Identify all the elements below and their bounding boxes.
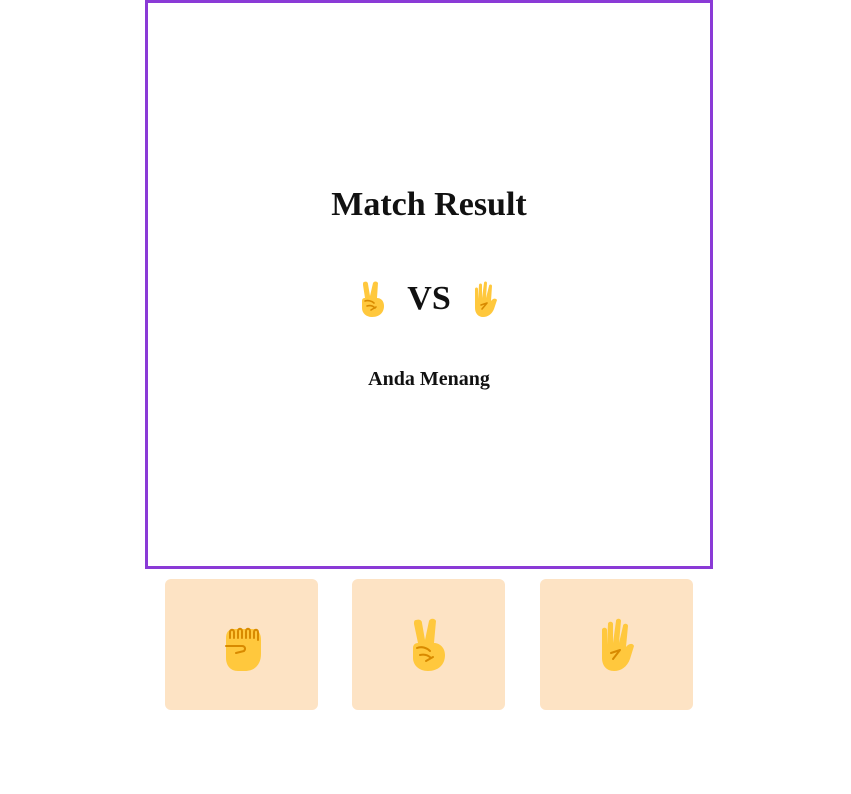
raised-hand-icon: [474, 281, 497, 317]
match-outcome-text: Anda Menang: [368, 368, 490, 390]
rock-button[interactable]: [165, 579, 318, 710]
paper-button[interactable]: [540, 579, 693, 710]
victory-hand-icon: [412, 618, 445, 671]
versus-row: VS: [148, 279, 710, 319]
match-result-panel: Match Result VS Anda Menang: [145, 0, 713, 569]
choice-buttons: [165, 579, 693, 710]
raised-fist-icon: [224, 627, 261, 671]
victory-hand-icon: [362, 281, 385, 317]
vs-label: VS: [407, 280, 451, 317]
raised-hand-icon: [601, 618, 634, 671]
scissors-button[interactable]: [352, 579, 505, 710]
match-result-title: Match Result: [331, 186, 527, 223]
